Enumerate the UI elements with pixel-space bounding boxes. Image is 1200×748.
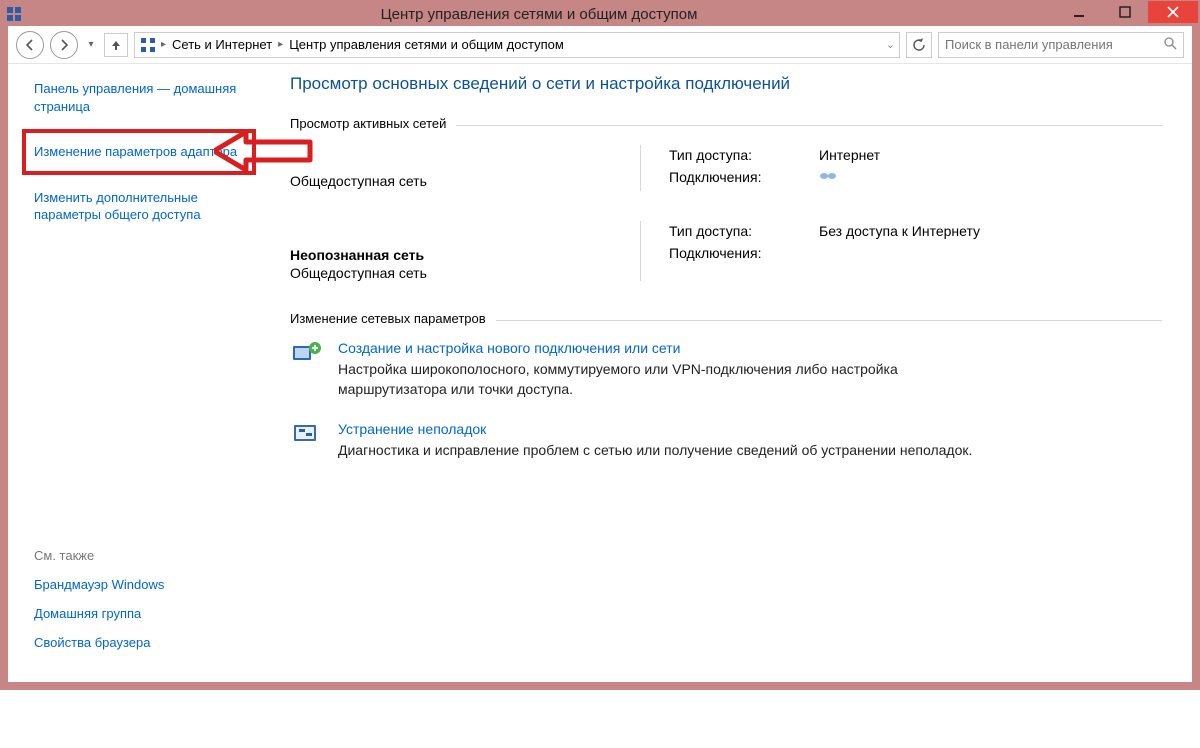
new-connection-icon <box>290 340 324 370</box>
minimize-button[interactable] <box>1056 1 1102 23</box>
sidebar-homegroup-link[interactable]: Домашняя группа <box>34 606 244 621</box>
close-button[interactable] <box>1148 1 1198 23</box>
access-type-value: Интернет <box>819 147 1162 163</box>
chevron-down-icon[interactable]: ⌄ <box>886 38 895 51</box>
sidebar: Панель управления — домашняя страница Из… <box>8 64 260 676</box>
chevron-right-icon: ▸ <box>161 39 166 50</box>
recent-locations-button[interactable]: ▾ <box>84 39 98 50</box>
connections-value <box>819 245 1162 261</box>
network-entry: Общедоступная сеть Тип доступа: Интернет… <box>290 145 1162 191</box>
access-type-label: Тип доступа: <box>669 223 819 239</box>
network-name: Неопознанная сеть <box>290 247 610 263</box>
search-input[interactable] <box>945 37 1163 52</box>
up-button[interactable] <box>104 33 128 57</box>
forward-button[interactable] <box>50 31 78 59</box>
network-entry: Неопознанная сеть Общедоступная сеть Тип… <box>290 221 1162 281</box>
maximize-button[interactable] <box>1102 1 1148 23</box>
active-networks-label: Просмотр активных сетей <box>290 116 446 131</box>
change-settings-label: Изменение сетевых параметров <box>290 311 486 326</box>
search-box[interactable] <box>938 32 1184 58</box>
action-description: Диагностика и исправление проблем с сеть… <box>338 441 978 461</box>
see-also-header: См. также <box>34 548 244 563</box>
chevron-right-icon: ▸ <box>278 39 283 50</box>
access-type-value: Без доступа к Интернету <box>819 223 1162 239</box>
sidebar-adapter-link[interactable]: Изменение параметров адаптера <box>34 143 244 161</box>
action-link[interactable]: Устранение неполадок <box>338 421 978 437</box>
sidebar-home-link[interactable]: Панель управления — домашняя страница <box>34 80 244 115</box>
connection-icon[interactable] <box>819 171 837 185</box>
breadcrumb-item[interactable]: Сеть и Интернет <box>170 37 274 52</box>
network-icon <box>139 36 157 54</box>
app-icon <box>6 6 22 22</box>
divider <box>456 125 1162 126</box>
main-panel: Просмотр основных сведений о сети и наст… <box>260 64 1192 676</box>
nav-toolbar: ▾ ▸ Сеть и Интернет ▸ Центр управления с… <box>8 26 1192 64</box>
highlight-box: Изменение параметров адаптера <box>22 129 256 175</box>
sidebar-sharing-link[interactable]: Изменить дополнительные параметры общего… <box>34 189 244 224</box>
breadcrumb-item[interactable]: Центр управления сетями и общим доступом <box>287 37 566 52</box>
divider <box>496 320 1162 321</box>
connections-label: Подключения: <box>669 245 819 261</box>
breadcrumb[interactable]: ▸ Сеть и Интернет ▸ Центр управления сет… <box>134 32 900 58</box>
page-heading: Просмотр основных сведений о сети и наст… <box>290 74 1162 94</box>
action-link[interactable]: Создание и настройка нового подключения … <box>338 340 978 356</box>
search-icon <box>1163 36 1177 53</box>
window-title: Центр управления сетями и общим доступом <box>22 6 1056 23</box>
refresh-button[interactable] <box>906 32 932 58</box>
back-button[interactable] <box>16 31 44 59</box>
network-type: Общедоступная сеть <box>290 173 610 189</box>
sidebar-browser-props-link[interactable]: Свойства браузера <box>34 635 244 650</box>
troubleshoot-icon <box>290 421 324 451</box>
network-type: Общедоступная сеть <box>290 265 610 281</box>
sidebar-firewall-link[interactable]: Брандмауэр Windows <box>34 577 244 592</box>
titlebar: Центр управления сетями и общим доступом <box>2 2 1198 26</box>
action-troubleshoot: Устранение неполадок Диагностика и испра… <box>290 421 1162 461</box>
action-new-connection: Создание и настройка нового подключения … <box>290 340 1162 399</box>
connections-label: Подключения: <box>669 169 819 185</box>
access-type-label: Тип доступа: <box>669 147 819 163</box>
action-description: Настройка широкополосного, коммутируемог… <box>338 360 978 399</box>
